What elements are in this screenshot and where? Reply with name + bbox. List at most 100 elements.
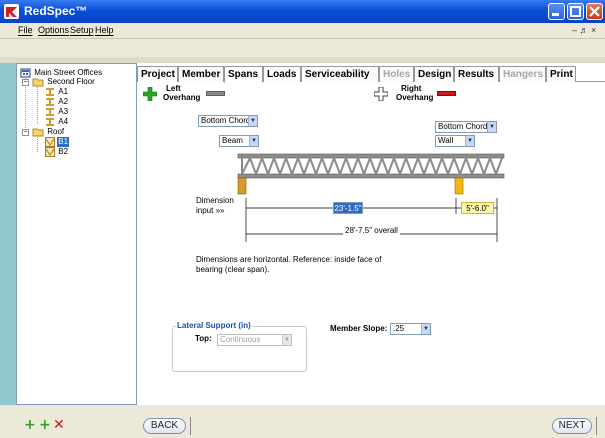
collapse-toggle-icon[interactable]: − <box>22 79 29 86</box>
maximize-button[interactable] <box>567 3 584 20</box>
lateral-top-select: Continuous ▼ <box>217 334 292 346</box>
next-label: NEXT <box>558 420 586 431</box>
tab-project[interactable]: Project <box>137 66 178 82</box>
tree-member-label: B1 <box>57 137 70 147</box>
menu-bar: File Options Setup Help – ♬ × <box>0 23 605 39</box>
right-bearing-chord-select[interactable]: Bottom Chord ▼ <box>435 121 497 133</box>
tree-member-b1[interactable]: B1 <box>45 137 70 147</box>
tree-floor-roof[interactable]: Roof <box>32 127 65 137</box>
plus-icon <box>142 86 158 102</box>
tab-loads[interactable]: Loads <box>263 66 301 82</box>
member-slope-label: Member Slope: <box>330 324 388 333</box>
chevron-down-icon: ▼ <box>249 136 258 146</box>
tree-member-label: A4 <box>58 117 69 126</box>
tab-spans[interactable]: Spans <box>224 66 263 83</box>
folder-open-icon <box>32 127 44 140</box>
dimension-label: input »» <box>196 206 225 215</box>
dimensions-note: Dimensions are horizontal. Reference: in… <box>196 255 382 264</box>
left-bearing-block <box>237 177 247 195</box>
menu-setup[interactable]: Setup <box>70 25 94 35</box>
tree-member-a3[interactable]: A3 <box>45 107 69 117</box>
overall-length: 28'-7.5" overall <box>343 226 400 235</box>
next-button[interactable]: NEXT <box>552 418 592 434</box>
back-label: BACK <box>150 420 179 431</box>
tree-floor-second[interactable]: Second Floor <box>32 77 96 87</box>
lateral-support-title: Lateral Support (in) <box>176 321 252 330</box>
add-left-overhang-button[interactable] <box>142 86 158 102</box>
plus-icon <box>373 86 389 102</box>
minimize-button[interactable] <box>548 3 565 20</box>
left-bearing-type-select[interactable]: Beam ▼ <box>219 135 259 147</box>
member-slope-value: .25 <box>393 324 405 333</box>
tab-strip: Project Member Spans Loads Serviceabilit… <box>137 66 605 83</box>
tab-member[interactable]: Member <box>178 66 224 82</box>
menu-file[interactable]: File <box>18 25 33 35</box>
left-bearing-type-value: Beam <box>222 136 243 145</box>
back-button[interactable]: BACK <box>143 418 186 434</box>
left-bearing-chord-select[interactable]: Bottom Chord ▼ <box>198 115 258 127</box>
tab-serviceability[interactable]: Serviceability <box>301 66 379 82</box>
right-overhang-label: Right <box>401 84 422 93</box>
add-right-overhang-button[interactable] <box>373 86 389 102</box>
tree-line <box>25 78 26 132</box>
tab-holes: Holes <box>379 66 414 82</box>
right-bearing-type-value: Wall <box>438 136 454 145</box>
tree-member-a1[interactable]: A1 <box>45 87 69 97</box>
window-title: RedSpec™ <box>24 4 88 18</box>
tree-member-label: A3 <box>58 107 69 116</box>
tab-hangers: Hangers <box>499 66 546 82</box>
lateral-support-group <box>172 326 307 372</box>
tree-member-a2[interactable]: A2 <box>45 97 69 107</box>
close-button[interactable] <box>586 3 603 20</box>
chevron-down-icon: ▼ <box>465 136 474 146</box>
right-bearing-chord-value: Bottom Chord <box>438 122 488 131</box>
right-bearing-block <box>454 177 464 195</box>
truss-diagram <box>237 153 505 195</box>
tree-member-label: A2 <box>58 97 69 106</box>
chevron-down-icon: ▼ <box>248 116 257 126</box>
dimension-label: Dimension <box>196 196 234 205</box>
right-overhang-label: Overhang <box>396 93 434 102</box>
top-label: Top: <box>195 334 212 343</box>
tree-floor-label: Roof <box>47 127 65 136</box>
tree-line <box>37 137 38 152</box>
tree-member-label: A1 <box>58 87 69 96</box>
folder-open-icon <box>32 77 44 90</box>
member-slope-select[interactable]: .25 ▼ <box>390 323 431 335</box>
clear-span-input[interactable]: 23'-1.5" <box>333 202 363 214</box>
right-span-input[interactable]: 5'-6.0" <box>461 202 494 214</box>
left-bearing-chord-value: Bottom Chord <box>201 116 251 125</box>
project-tree[interactable]: Main Street Offices − Second Floor A1 A2… <box>16 63 137 405</box>
left-overhang-label: Overhang <box>163 93 201 102</box>
tab-print[interactable]: Print <box>546 66 576 82</box>
bottom-toolbar <box>0 405 605 438</box>
dimensions-note: bearing (clear span). <box>196 265 270 274</box>
mdi-controls[interactable]: – ♬ × <box>572 25 596 35</box>
toolbar <box>0 39 605 57</box>
delete-icon[interactable]: ✕ <box>53 418 65 432</box>
tab-results[interactable]: Results <box>454 66 499 82</box>
tree-member-a4[interactable]: A4 <box>45 117 69 127</box>
lateral-top-value: Continuous <box>220 335 261 344</box>
tab-design[interactable]: Design <box>414 66 454 82</box>
collapse-toggle-icon[interactable]: − <box>22 129 29 136</box>
title-bar: RedSpec™ <box>0 0 605 23</box>
right-bearing-type-select[interactable]: Wall ▼ <box>435 135 475 147</box>
chevron-down-icon: ▼ <box>487 122 496 132</box>
tree-member-label: B2 <box>58 147 69 156</box>
chevron-down-icon: ▼ <box>421 324 430 334</box>
remove-right-overhang-button[interactable] <box>437 91 456 96</box>
menu-options[interactable]: Options <box>38 25 69 35</box>
tree-member-b2[interactable]: B2 <box>45 147 69 157</box>
add-group-icon[interactable]: + <box>24 418 36 432</box>
tree-line <box>37 87 38 124</box>
tree-floor-label: Second Floor <box>47 77 95 86</box>
nav-separator <box>596 417 597 435</box>
truss-icon <box>45 147 55 160</box>
redspec-logo-icon <box>4 4 19 19</box>
menu-help[interactable]: Help <box>95 25 114 35</box>
remove-left-overhang-button[interactable] <box>206 91 225 96</box>
add-member-icon[interactable]: + <box>39 418 51 432</box>
chevron-down-icon: ▼ <box>282 335 291 345</box>
left-overhang-label: Left <box>166 84 181 93</box>
